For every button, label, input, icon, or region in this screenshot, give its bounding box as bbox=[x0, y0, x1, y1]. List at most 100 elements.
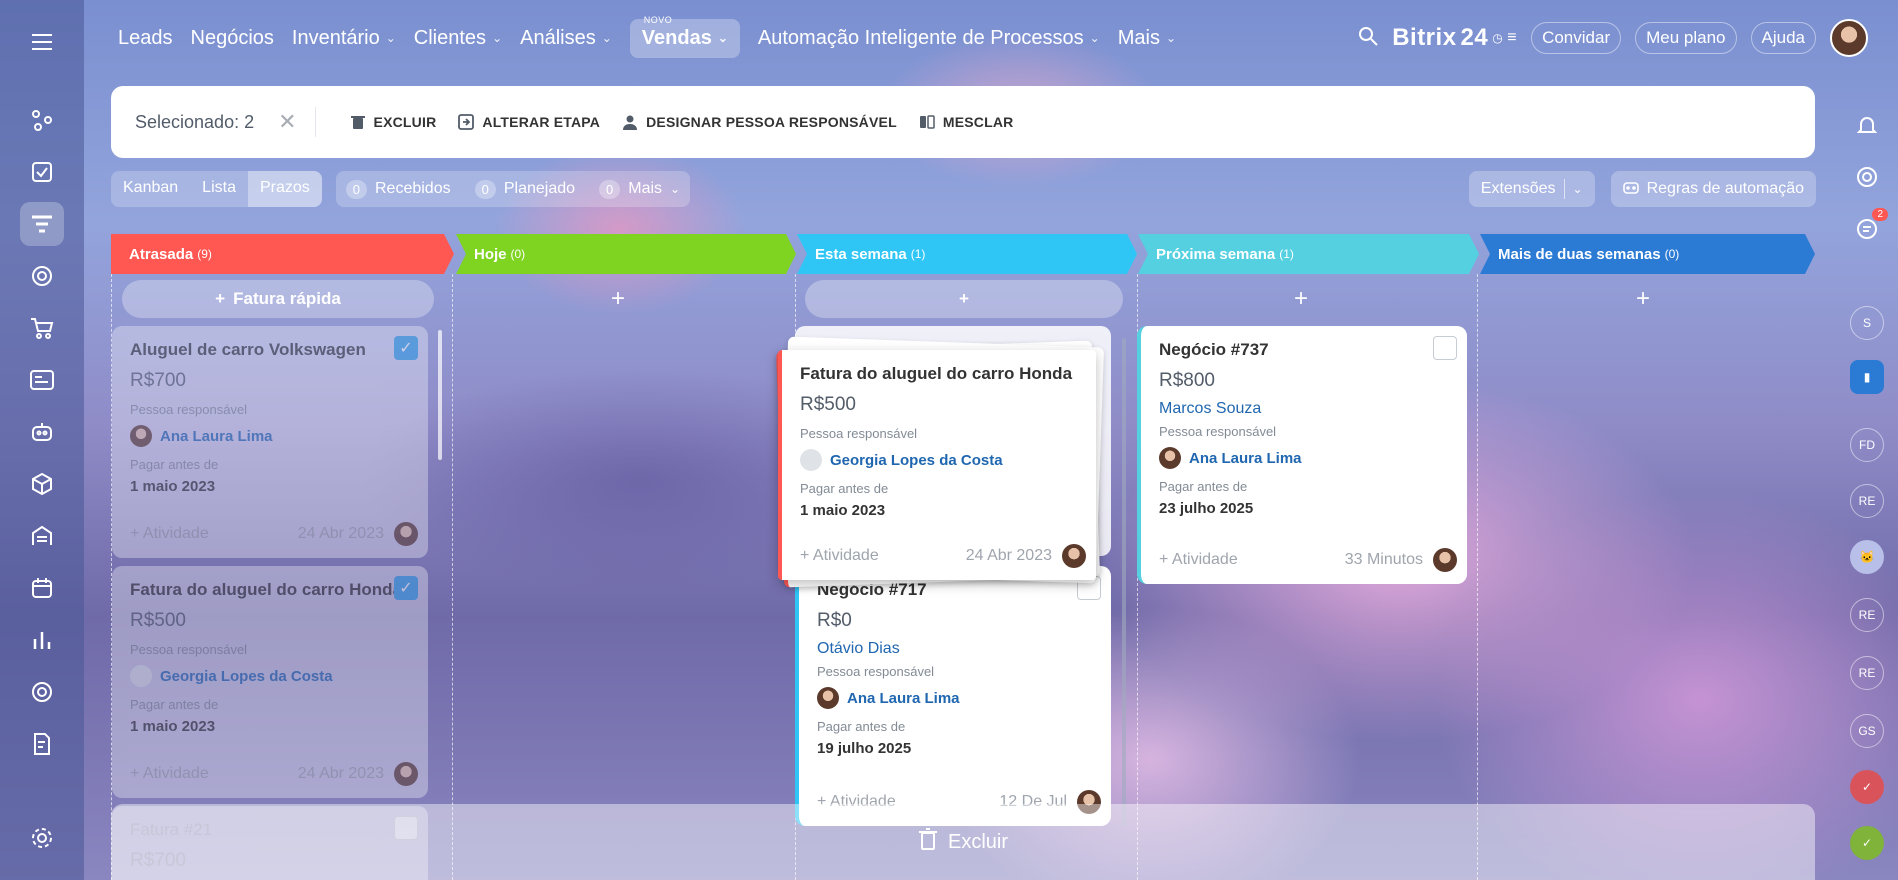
delete-drop-label: Excluir bbox=[947, 830, 1008, 853]
chat-icon[interactable]: 2 bbox=[1850, 208, 1888, 246]
change-stage-button[interactable]: ALTERAR ETAPA bbox=[458, 114, 600, 130]
tab-kanban[interactable]: Kanban bbox=[111, 171, 190, 207]
calendar-icon[interactable] bbox=[20, 566, 64, 610]
kanban-card[interactable]: Negócio #737 R$800 Marcos Souza Pessoa r… bbox=[1137, 326, 1467, 584]
nav-more[interactable]: Mais ⌄ bbox=[1118, 27, 1176, 50]
contact-avatar[interactable]: GS bbox=[1850, 714, 1884, 748]
crm-flow-icon[interactable] bbox=[20, 98, 64, 142]
analytics-icon[interactable] bbox=[20, 618, 64, 662]
contact-card-icon[interactable] bbox=[20, 358, 64, 402]
bookmark-icon[interactable]: ▮ bbox=[1850, 360, 1884, 394]
contact-avatar[interactable]: S bbox=[1850, 306, 1884, 340]
responsible-person[interactable]: Ana Laura Lima bbox=[1159, 447, 1449, 469]
client-link[interactable]: Otávio Dias bbox=[817, 640, 1093, 658]
add-card-button[interactable]: + bbox=[465, 280, 771, 318]
nav-deals[interactable]: Negócios bbox=[191, 27, 274, 50]
selected-count: Selecionado: 2 bbox=[135, 111, 255, 132]
column-header-this-week[interactable]: Esta semana (1) bbox=[797, 234, 1137, 274]
delete-button[interactable]: EXCLUIR bbox=[350, 114, 437, 130]
copilot-icon[interactable] bbox=[1850, 160, 1884, 194]
quick-invoice-button[interactable]: + Fatura rápida bbox=[122, 280, 434, 318]
nav-analytics[interactable]: Análises ⌄ bbox=[520, 27, 612, 50]
automation-rules-button[interactable]: Regras de automação bbox=[1610, 171, 1816, 207]
contact-avatar-cat[interactable]: 🐱 bbox=[1850, 540, 1884, 574]
contact-avatar[interactable]: RE bbox=[1850, 598, 1884, 632]
card-checkbox[interactable]: ✓ bbox=[394, 576, 418, 600]
cart-icon[interactable] bbox=[20, 306, 64, 350]
column-scrollbar[interactable] bbox=[438, 330, 442, 460]
filter-planned[interactable]: Planejado bbox=[504, 180, 575, 198]
add-card-button[interactable]: + bbox=[1488, 280, 1798, 318]
merge-button[interactable]: MESCLAR bbox=[919, 114, 1014, 130]
tasks-icon[interactable] bbox=[20, 150, 64, 194]
search-icon[interactable] bbox=[1358, 26, 1378, 51]
green-app-icon[interactable]: ✓ bbox=[1850, 826, 1884, 860]
avatar bbox=[394, 522, 418, 546]
card-title[interactable]: Aluguel de carro Volkswagen bbox=[130, 340, 410, 360]
add-card-button[interactable]: + bbox=[1146, 280, 1456, 318]
kanban-card[interactable]: Aluguel de carro Volkswagen R$700 Pessoa… bbox=[112, 326, 428, 558]
box-icon[interactable] bbox=[20, 462, 64, 506]
card-checkbox[interactable]: ✓ bbox=[394, 336, 418, 360]
card-title[interactable]: Negócio #737 bbox=[1159, 340, 1449, 360]
extensions-button[interactable]: Extensões ⌄ bbox=[1468, 171, 1595, 207]
sliders-icon[interactable]: ≡ bbox=[1507, 29, 1517, 47]
tab-list[interactable]: Lista bbox=[190, 171, 248, 207]
add-card-button[interactable]: + bbox=[805, 280, 1123, 318]
gear-icon[interactable] bbox=[20, 816, 64, 860]
card-title[interactable]: Fatura do aluguel do carro Honda bbox=[800, 364, 1078, 384]
nav-inventory[interactable]: Inventário ⌄ bbox=[292, 27, 396, 50]
robot-icon[interactable] bbox=[20, 410, 64, 454]
due-date: 23 julho 2025 bbox=[1159, 500, 1254, 517]
column-scrollbar[interactable] bbox=[1122, 338, 1126, 826]
nav-leads[interactable]: Leads bbox=[118, 27, 173, 50]
responsible-person[interactable]: Ana Laura Lima bbox=[817, 687, 1093, 709]
add-activity-link[interactable]: + Atividade bbox=[130, 765, 209, 783]
column-header-overdue[interactable]: Atrasada (9) bbox=[111, 234, 454, 274]
contact-avatar[interactable]: FD bbox=[1850, 428, 1884, 462]
add-activity-link[interactable]: + Atividade bbox=[1159, 551, 1238, 569]
kanban-card[interactable]: Fatura do aluguel do carro Honda R$500 P… bbox=[112, 566, 428, 798]
column-header-today[interactable]: Hoje (0) bbox=[456, 234, 796, 274]
help-button[interactable]: Ajuda bbox=[1750, 22, 1816, 54]
card-amount: R$700 bbox=[130, 370, 186, 391]
card-date: 24 Abr 2023 bbox=[297, 525, 384, 542]
filter-received[interactable]: Recebidos bbox=[375, 180, 451, 198]
person-icon bbox=[623, 115, 638, 130]
dragged-card[interactable]: Fatura do aluguel do carro Honda R$500 P… bbox=[778, 350, 1096, 580]
assign-responsible-button[interactable]: DESIGNAR PESSOA RESPONSÁVEL bbox=[622, 114, 897, 130]
card-title[interactable]: Fatura do aluguel do carro Honda bbox=[130, 580, 410, 600]
target-icon[interactable] bbox=[20, 254, 64, 298]
contact-avatar[interactable]: RE bbox=[1850, 656, 1884, 690]
chevron-down-icon[interactable]: ⌄ bbox=[670, 182, 680, 196]
responsible-person[interactable]: Georgia Lopes da Costa bbox=[130, 665, 410, 687]
client-link[interactable]: Marcos Souza bbox=[1159, 400, 1449, 418]
avatar bbox=[130, 665, 152, 687]
red-app-icon[interactable]: ✓ bbox=[1850, 770, 1884, 804]
kanban-card[interactable]: Negócio #717 R$0 Otávio Dias Pessoa resp… bbox=[795, 566, 1111, 826]
delete-drop-zone[interactable]: Excluir bbox=[111, 804, 1815, 880]
invite-button[interactable]: Convidar bbox=[1531, 22, 1622, 54]
add-activity-link[interactable]: + Atividade bbox=[130, 525, 209, 543]
document-edit-icon[interactable] bbox=[20, 722, 64, 766]
nav-automation[interactable]: Automação Inteligente de Processos ⌄ bbox=[758, 27, 1100, 50]
warehouse-icon[interactable] bbox=[20, 514, 64, 558]
sales-funnel-icon[interactable] bbox=[20, 202, 64, 246]
view-switcher: Kanban Lista Prazos bbox=[111, 171, 322, 207]
my-plan-button[interactable]: Meu plano bbox=[1635, 22, 1737, 54]
nav-clients[interactable]: Clientes ⌄ bbox=[414, 27, 502, 50]
add-activity-link[interactable]: + Atividade bbox=[800, 547, 879, 565]
menu-icon[interactable] bbox=[20, 20, 64, 64]
filter-more[interactable]: Mais bbox=[628, 180, 662, 198]
card-checkbox[interactable] bbox=[1433, 336, 1457, 360]
bell-icon[interactable] bbox=[1850, 108, 1884, 142]
responsible-person[interactable]: Ana Laura Lima bbox=[130, 425, 410, 447]
tab-deadlines[interactable]: Prazos bbox=[247, 171, 322, 207]
nav-sales[interactable]: NOVO Vendas ⌄ bbox=[629, 15, 740, 58]
column-header-next-week[interactable]: Próxima semana (1) bbox=[1138, 234, 1479, 274]
close-selection-icon[interactable]: ✕ bbox=[278, 109, 296, 135]
contact-avatar[interactable]: RE bbox=[1850, 484, 1884, 518]
responsible-person[interactable]: Georgia Lopes da Costa bbox=[800, 449, 1078, 471]
column-header-two-weeks[interactable]: Mais de duas semanas (0) bbox=[1480, 234, 1815, 274]
circle-settings-icon[interactable] bbox=[20, 670, 64, 714]
